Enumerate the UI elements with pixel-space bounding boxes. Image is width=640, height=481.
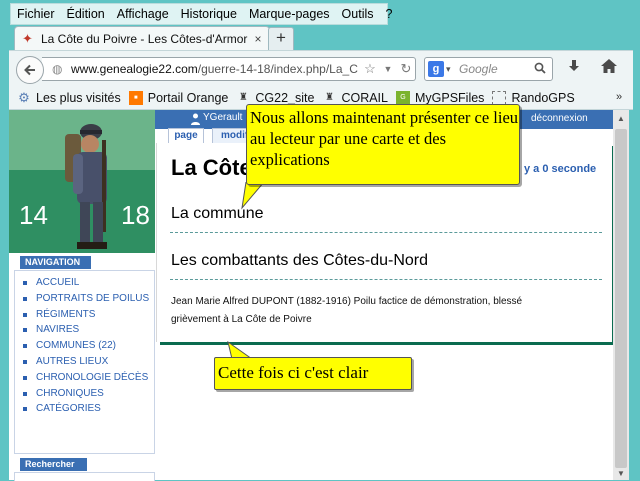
- nav-link-navires[interactable]: NAVIRES: [15, 322, 154, 338]
- bookmark-les-plus-visites[interactable]: ⚙ Les plus visités: [17, 90, 121, 106]
- tab-title: La Côte du Poivre - Les Côtes-d'Armor d.…: [41, 31, 251, 46]
- navigation-panel: ACCUEIL PORTRAITS DE POILUS RÉGIMENTS NA…: [14, 270, 155, 454]
- crest-icon: ♜: [324, 92, 334, 103]
- menu-affichage[interactable]: Affichage: [111, 7, 175, 21]
- scroll-up-icon[interactable]: ▲: [613, 112, 629, 126]
- bookmark-mygpsfiles[interactable]: G MyGPSFiles: [395, 91, 484, 105]
- google-engine-icon[interactable]: g: [428, 61, 444, 77]
- nav-link-communes[interactable]: COMMUNES (22): [15, 338, 154, 354]
- bookmark-cg22-site[interactable]: ♜ CG22_site: [236, 91, 315, 105]
- scrollbar-thumb[interactable]: [615, 129, 627, 468]
- soldier-entry[interactable]: Jean Marie Alfred DUPONT (1882-1916) Poi…: [171, 293, 571, 329]
- bookmark-randogps[interactable]: RandoGPS: [492, 91, 575, 105]
- tab-page[interactable]: page: [168, 128, 204, 143]
- orange-icon: ■: [128, 91, 143, 105]
- menu-marque-pages[interactable]: Marque-pages: [243, 7, 336, 21]
- back-arrow-icon: [24, 64, 35, 76]
- menu-help[interactable]: ?: [380, 7, 399, 21]
- crest-icon: ♜: [238, 92, 248, 103]
- scroll-down-icon[interactable]: ▼: [613, 468, 629, 480]
- section-divider: [170, 232, 602, 233]
- callout-pointer: [241, 182, 265, 210]
- search-icon[interactable]: [534, 62, 552, 77]
- callout-bottom: Cette fois ci c'est clair: [214, 357, 412, 390]
- browser-tab[interactable]: ✦ La Côte du Poivre - Les Côtes-d'Armor …: [14, 26, 270, 50]
- username-link[interactable]: YGerault: [203, 112, 242, 123]
- last-modified-text: y a 0 seconde: [524, 163, 597, 175]
- menu-outils[interactable]: Outils: [336, 7, 380, 21]
- section-heading-combattants: Les combattants des Côtes-du-Nord: [171, 252, 429, 269]
- tab-close-icon[interactable]: ×: [251, 32, 265, 46]
- home-icon[interactable]: [598, 58, 620, 78]
- menu-edition[interactable]: Édition: [61, 7, 111, 21]
- navigation-heading: NAVIGATION: [20, 256, 91, 269]
- gps-icon: G: [395, 91, 410, 105]
- engine-dropdown-icon[interactable]: ▾: [446, 64, 456, 75]
- callout-top: Nous allons maintenant présenter ce lieu…: [246, 104, 520, 185]
- soldier-illustration-icon: [65, 124, 107, 249]
- menu-bar: Fichier Édition Affichage Historique Mar…: [10, 3, 392, 25]
- bookmarks-overflow-button[interactable]: »: [616, 91, 622, 103]
- site-favicon-icon: ✦: [22, 30, 33, 46]
- search-bar[interactable]: g ▾ Google: [424, 57, 553, 81]
- url-path: /guerre-14-18/index.php/La_C: [197, 62, 358, 76]
- download-icon[interactable]: [563, 58, 585, 78]
- back-button[interactable]: [16, 56, 44, 84]
- bookmark-portail-orange[interactable]: ■ Portail Orange: [128, 91, 228, 105]
- banner-year-left: 14: [19, 200, 48, 230]
- section-divider: [170, 279, 602, 280]
- url-host: www.genealogie22.com: [71, 62, 198, 76]
- reload-icon[interactable]: ↻: [397, 61, 415, 77]
- page-icon: [492, 91, 507, 105]
- nav-link-autres-lieux[interactable]: AUTRES LIEUX: [15, 354, 154, 370]
- menu-fichier[interactable]: Fichier: [11, 7, 61, 21]
- globe-icon: ◍: [52, 62, 63, 76]
- address-url[interactable]: www.genealogie22.com/guerre-14-18/index.…: [71, 62, 361, 76]
- nav-link-categories[interactable]: CATÉGORIES: [15, 401, 154, 417]
- nav-link-chroniques[interactable]: CHRONIQUES: [15, 386, 154, 402]
- menu-historique[interactable]: Historique: [175, 7, 243, 21]
- site-banner: 14 18: [9, 110, 155, 253]
- nav-link-portraits[interactable]: PORTRAITS DE POILUS: [15, 291, 154, 307]
- search-input[interactable]: Google: [459, 62, 534, 76]
- nav-link-regiments[interactable]: RÉGIMENTS: [15, 307, 154, 323]
- nav-link-chronologie[interactable]: CHRONOLOGIE DÉCÈS: [15, 370, 154, 386]
- user-icon: [191, 113, 200, 125]
- nav-link-accueil[interactable]: ACCUEIL: [15, 275, 154, 291]
- bookmark-star-icon[interactable]: ☆: [361, 61, 379, 77]
- address-bar[interactable]: ◍ www.genealogie22.com/guerre-14-18/inde…: [42, 57, 416, 81]
- banner-year-right: 18: [121, 200, 150, 230]
- search-heading: Rechercher: [20, 458, 87, 471]
- bookmark-corail[interactable]: ♜ CORAIL: [322, 91, 388, 105]
- logout-link[interactable]: déconnexion: [531, 113, 588, 124]
- new-tab-button[interactable]: +: [268, 27, 294, 51]
- history-dropdown-icon[interactable]: ▼: [379, 64, 397, 74]
- gear-icon: ⚙: [18, 90, 30, 105]
